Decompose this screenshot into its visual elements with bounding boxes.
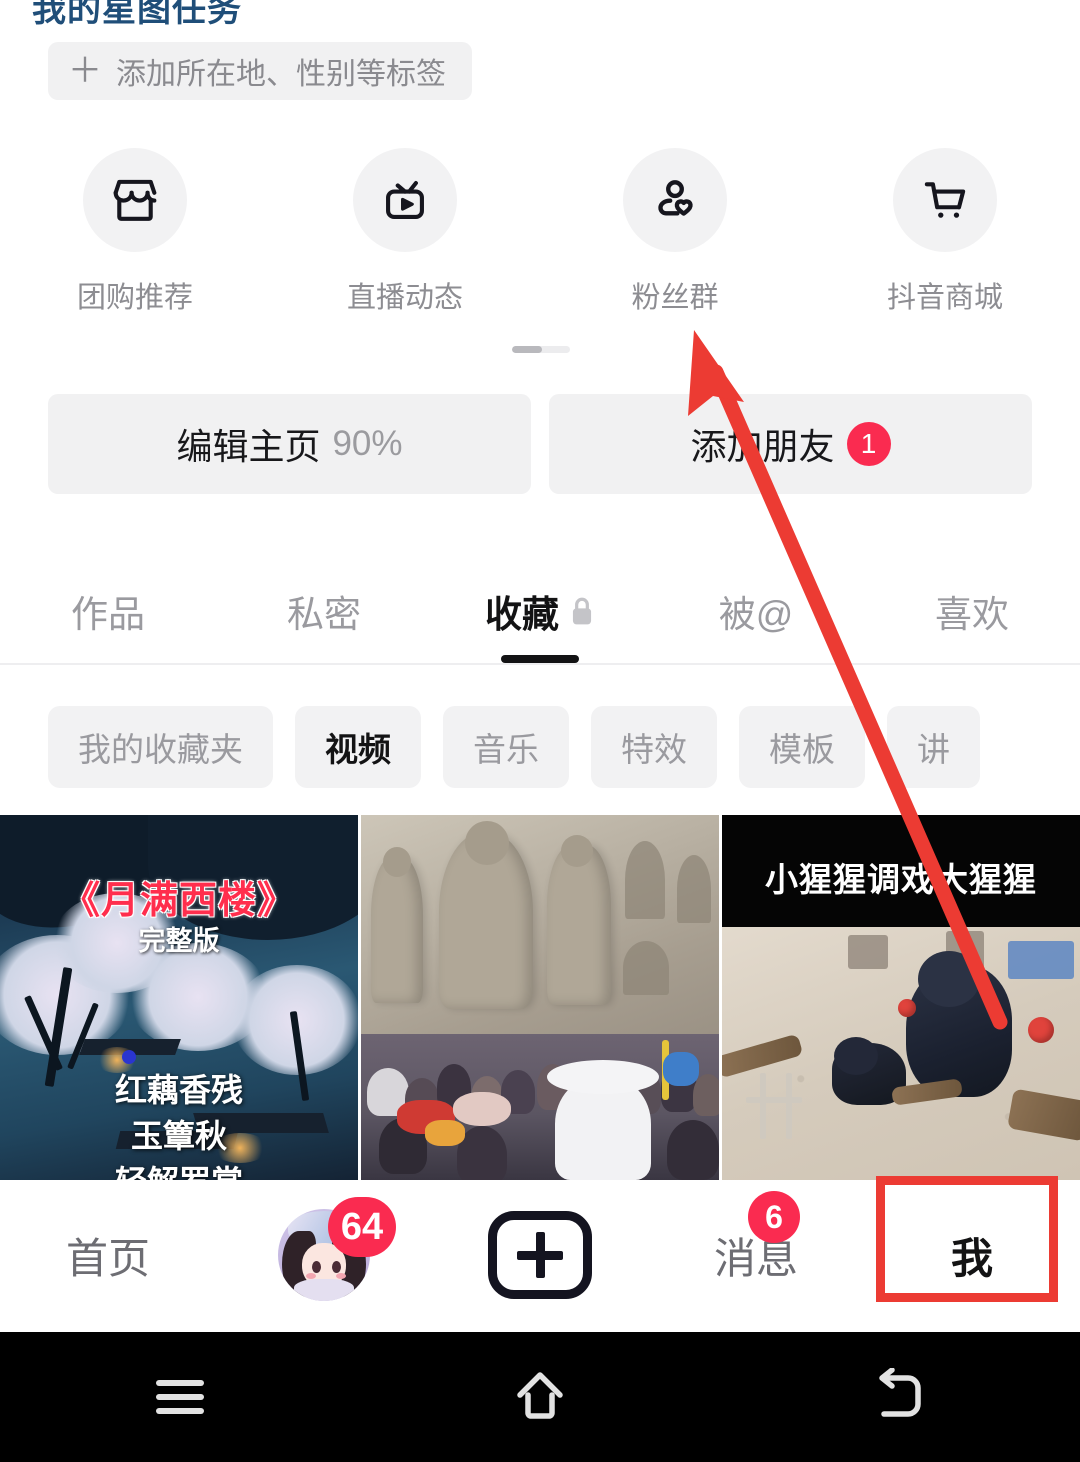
system-recents-button[interactable] (0, 1370, 360, 1424)
chip-video[interactable]: 视频 (295, 706, 421, 788)
carousel-indicator (512, 346, 570, 353)
quick-action-mall[interactable]: 抖音商城 (810, 148, 1080, 316)
tab-works[interactable]: 作品 (0, 558, 216, 663)
tab-label: 收藏 (485, 593, 559, 635)
thumb-lyric-3: 轻解罗裳 (0, 1157, 358, 1180)
profile-tabs: 作品 私密 收藏 被@ 喜欢 (0, 558, 1080, 663)
thumb-lyric-2: 玉簟秋 (130, 1118, 227, 1154)
nav-home-label: 首页 (65, 1234, 150, 1282)
filter-chip-row: 我的收藏夹 视频 音乐 特效 模板 讲 (0, 706, 1080, 788)
edit-profile-percent: 90% (332, 424, 403, 463)
lock-icon (572, 597, 592, 624)
active-tab-underline (501, 655, 579, 663)
profile-action-row: 编辑主页 90% 添加朋友 1 (48, 394, 1032, 494)
menu-recents-icon (156, 1380, 204, 1414)
shopping-cart-icon (893, 148, 997, 252)
thumb-subtitle: 完整版 (138, 926, 220, 956)
quick-action-label: 抖音商城 (886, 282, 1003, 314)
chip-effects[interactable]: 特效 (591, 706, 717, 788)
tab-liked[interactable]: 喜欢 (864, 558, 1080, 663)
thumb-caption: 小猩猩调戏大猩猩 (765, 861, 1037, 898)
edit-profile-label: 编辑主页 (176, 426, 321, 467)
quick-action-live[interactable]: 直播动态 (270, 148, 540, 316)
quick-action-group-buy[interactable]: 团购推荐 (0, 148, 270, 316)
home-icon (517, 1372, 563, 1419)
edit-profile-button[interactable]: 编辑主页 90% (48, 394, 531, 494)
thumb-title: 《月满西楼》 (61, 880, 296, 922)
chip-music[interactable]: 音乐 (443, 706, 569, 788)
quick-action-label: 粉丝群 (631, 282, 719, 314)
douyin-profile-screen: 我的星图任务 ＋ 添加所在地、性别等标签 团购推荐 直播动态 粉丝群 抖音商城 … (0, 0, 1080, 1462)
quick-action-label: 直播动态 (346, 282, 463, 314)
page-title: 我的星图任务 (32, 0, 242, 29)
quick-action-fans-group[interactable]: 粉丝群 (540, 148, 810, 316)
add-friend-label: 添加朋友 (690, 426, 835, 467)
plus-icon: ＋ (68, 52, 102, 90)
nav-messages[interactable]: 消息 6 (648, 1180, 864, 1330)
fans-group-icon (623, 148, 727, 252)
grid-item-grotto[interactable] (361, 815, 719, 1180)
add-friend-badge: 1 (846, 422, 891, 466)
nav-create[interactable] (432, 1180, 648, 1330)
tab-label: 喜欢 (935, 593, 1009, 635)
system-home-button[interactable] (360, 1367, 720, 1427)
friends-badge: 64 (328, 1197, 396, 1257)
tab-label: 私密 (287, 593, 361, 635)
back-icon (879, 1368, 921, 1417)
collection-grid: 《月满西楼》 完整版 红藕香残 玉簟秋 轻解罗裳 (0, 815, 1080, 1180)
tab-label: 被@ (718, 593, 794, 635)
quick-action-row: 团购推荐 直播动态 粉丝群 抖音商城 (0, 148, 1080, 316)
system-back-button[interactable] (720, 1368, 1080, 1426)
grid-item-gorilla[interactable]: 小猩猩调戏大猩猩 (722, 815, 1080, 1180)
nav-messages-label: 消息 (713, 1234, 798, 1282)
tab-label: 作品 (71, 593, 145, 635)
chip-my-collections[interactable]: 我的收藏夹 (48, 706, 273, 788)
messages-badge: 6 (748, 1190, 800, 1243)
system-navigation-bar (0, 1332, 1080, 1462)
add-tag-button[interactable]: ＋ 添加所在地、性别等标签 (48, 42, 472, 100)
quick-action-label: 团购推荐 (76, 282, 193, 314)
grid-item-moonlit-tower[interactable]: 《月满西楼》 完整版 红藕香残 玉簟秋 轻解罗裳 (0, 815, 358, 1180)
tab-favorites[interactable]: 收藏 (432, 558, 648, 663)
add-tag-label: 添加所在地、性别等标签 (116, 58, 446, 91)
chip-templates[interactable]: 模板 (739, 706, 865, 788)
tab-mentioned[interactable]: 被@ (648, 558, 864, 663)
chip-more-partial[interactable]: 讲 (887, 706, 980, 788)
video-dot-marker (122, 1050, 136, 1064)
store-icon (83, 148, 187, 252)
tabs-divider (0, 663, 1080, 665)
annotation-highlight-profile-tab (876, 1176, 1058, 1302)
tab-private[interactable]: 私密 (216, 558, 432, 663)
nav-friends-avatar[interactable]: 64 (216, 1180, 432, 1330)
nav-home[interactable]: 首页 (0, 1180, 216, 1330)
thumb-lyric-1: 红藕香残 (114, 1072, 243, 1108)
add-friend-button[interactable]: 添加朋友 1 (549, 394, 1032, 494)
live-tv-icon (353, 148, 457, 252)
plus-icon (488, 1211, 592, 1299)
